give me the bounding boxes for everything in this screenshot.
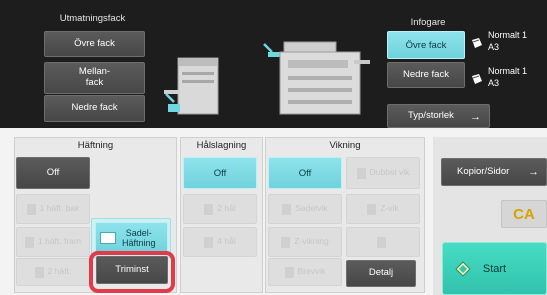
saddle-stitch-icon xyxy=(100,232,116,244)
fold-icon xyxy=(356,167,366,179)
trim-button[interactable]: Triminst xyxy=(96,256,168,284)
inserter-title: Infogare xyxy=(410,17,446,28)
fold-icon xyxy=(282,203,292,215)
inserter-lower-tray-button[interactable]: Nedre fack xyxy=(387,62,465,88)
punch-two-hole-button[interactable]: 2 hål xyxy=(183,194,257,224)
staple-icon xyxy=(26,203,36,215)
output-middle-tray-button[interactable]: Mellan- fack xyxy=(44,62,145,94)
start-label: Start xyxy=(482,262,507,275)
punch-icon xyxy=(204,203,214,215)
fold-icon xyxy=(284,266,294,278)
lower-paper-type: Normalt 1 xyxy=(488,66,528,76)
folding-detail-button[interactable]: Detalj xyxy=(346,260,416,287)
fold-icon xyxy=(281,236,291,248)
inserter-upper-tray-button[interactable]: Övre fack xyxy=(387,31,465,59)
punch-two-hole-label: 2 hål xyxy=(217,203,236,214)
copies-pages-button[interactable]: Kopior/Sidor → xyxy=(441,158,547,186)
fold-option-button[interactable] xyxy=(346,227,420,257)
arrow-right-icon: → xyxy=(470,111,481,123)
upper-paper-size: A3 xyxy=(488,42,500,52)
saddle-stitch-button[interactable]: Sadel- Häftning xyxy=(95,222,168,254)
arrow-right-icon: → xyxy=(528,166,539,178)
letter-fold-button[interactable]: Brevvik xyxy=(268,258,342,286)
output-tray-title: Utmatningsfack xyxy=(59,13,126,24)
copier-machine-icon xyxy=(258,30,376,120)
z-fold-alt-label: Z-vik xyxy=(380,203,399,214)
type-size-label: Typ/storlek xyxy=(408,109,454,121)
punch-off-button[interactable]: Off xyxy=(183,157,257,189)
fold-icon xyxy=(376,236,386,248)
staple-front-label: 1 häft. fram xyxy=(38,236,81,247)
saddle-stitch-label: Sadel- Häftning xyxy=(122,227,156,248)
punch-icon xyxy=(204,236,214,248)
staple-front-button[interactable]: 1 häft. fram xyxy=(16,227,90,257)
upper-paper-type: Normalt 1 xyxy=(488,30,528,40)
staple-back-label: 1 häft. bak xyxy=(39,203,80,214)
type-size-button[interactable]: Typ/storlek → xyxy=(387,104,490,128)
start-button[interactable]: Start xyxy=(442,242,547,295)
lower-paper-size: A3 xyxy=(488,78,500,88)
z-fold-button[interactable]: Z-vikning xyxy=(268,227,342,257)
staple-icon xyxy=(25,236,34,248)
stapling-title: Häftning xyxy=(77,140,114,151)
punch-title: Hålslagning xyxy=(196,140,247,151)
start-diamond-icon xyxy=(455,261,471,277)
output-lower-tray-button[interactable]: Nedre fack xyxy=(44,95,145,122)
punch-four-hole-label: 4 hål xyxy=(217,236,236,247)
copies-pages-label: Kopior/Sidor xyxy=(457,165,510,177)
saddle-fold-label: Sadelvik xyxy=(295,203,328,214)
z-fold-label: Z-vikning xyxy=(294,236,329,247)
paper-stack-icon xyxy=(470,72,484,86)
punch-four-hole-button[interactable]: 4 hål xyxy=(183,227,257,257)
staple-two-button[interactable]: 2 häft. xyxy=(16,258,90,286)
letter-fold-label: Brevvik xyxy=(297,266,326,277)
double-fold-label: Dubbel vik xyxy=(369,167,410,178)
saddle-fold-button[interactable]: Sadelvik xyxy=(268,194,342,224)
staple-two-label: 2 häft. xyxy=(47,266,72,277)
stapling-off-button[interactable]: Off xyxy=(16,157,90,189)
folding-title: Vikning xyxy=(329,140,361,151)
double-fold-button[interactable]: Dubbel vik xyxy=(346,157,420,189)
fold-icon xyxy=(367,203,377,215)
output-upper-tray-button[interactable]: Övre fack xyxy=(44,31,145,57)
folding-off-button[interactable]: Off xyxy=(268,157,342,189)
staple-icon xyxy=(34,266,44,278)
finisher-machine-icon xyxy=(160,50,220,122)
z-fold-alt-button[interactable]: Z-vik xyxy=(346,194,420,224)
paper-stack-icon xyxy=(470,36,484,50)
staple-back-button[interactable]: 1 häft. bak xyxy=(16,194,90,224)
clear-all-button[interactable]: CA xyxy=(501,200,547,228)
